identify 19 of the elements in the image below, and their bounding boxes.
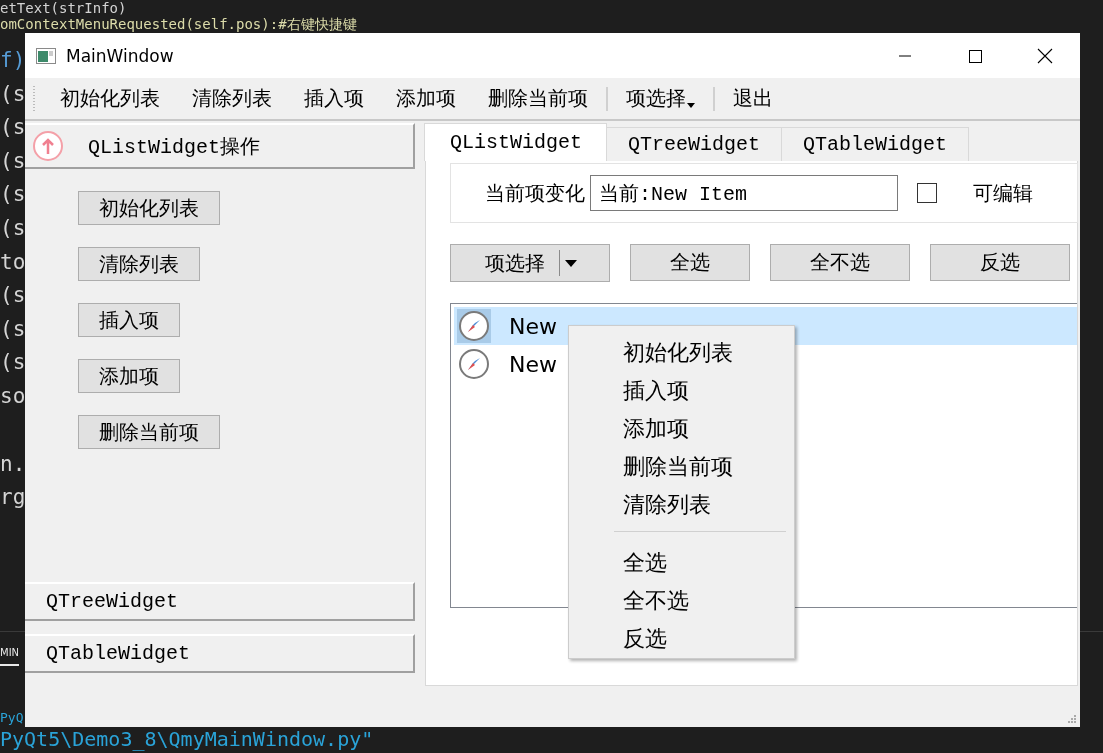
code-line: (s [0,81,26,106]
code-line: omContextMenuRequested(self.pos):#右键快捷键 [0,16,357,32]
code-line: to [0,249,26,274]
code-line: (s [0,283,26,308]
code-line: (s [0,215,26,240]
code-line: (s [0,316,26,341]
code-line: n. [0,451,26,476]
code-line: so [0,383,26,408]
window-title: MainWindow [66,45,174,66]
code-line: f) [0,48,26,72]
terminal-line: PyQt5\Demo3_8\QmyMainWindow.py" [0,727,374,751]
code-line: rg [0,485,26,510]
field-label: 当前项变化 [485,179,585,207]
code-line: etText(strInfo) [0,0,127,16]
code-line: (s [0,350,26,375]
terminal-line: PyQ [0,710,24,725]
code-line: (s [0,115,26,140]
code-line: (s [0,148,26,173]
code-line: (s [0,182,26,207]
